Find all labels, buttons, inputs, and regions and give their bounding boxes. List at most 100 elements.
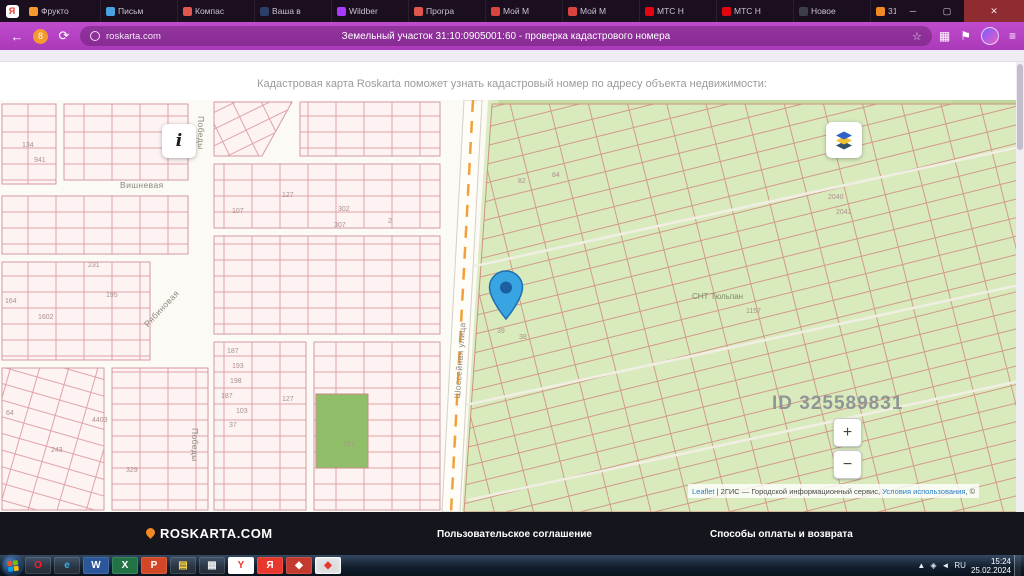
taskbar-apps: OeWXP▤▦YЯ◆◆ (25, 557, 341, 574)
tab-label: Мой М (580, 6, 606, 16)
tab[interactable]: Мой М (563, 0, 640, 22)
tab-label: Wildber (349, 6, 378, 16)
payment-info-link[interactable]: Способы оплаты и возврата (710, 529, 853, 540)
taskbar-clock[interactable]: 15:24 25.02.2024 (971, 557, 1011, 575)
tab-favicon (491, 7, 500, 16)
tray-expand-icon[interactable]: ▲ (917, 561, 925, 570)
apps-grid-icon[interactable]: ▦ (939, 29, 950, 43)
taskbar-icon-notes[interactable]: ▤ (170, 557, 196, 574)
parcel-number: 127 (282, 396, 294, 403)
leaflet-link[interactable]: Leaflet (692, 487, 715, 496)
page-title: Земельный участок 31:10:0905001:60 - про… (140, 31, 872, 42)
parcel-number: 195 (106, 292, 118, 299)
taskbar-icon-app-red[interactable]: ◆ (286, 557, 312, 574)
language-indicator[interactable]: RU (954, 561, 966, 570)
tab[interactable]: 31:10:0 (871, 0, 896, 22)
tab[interactable]: Ваша в (255, 0, 332, 22)
zoom-out-button[interactable]: − (833, 450, 862, 479)
parcel-number: 297 (343, 441, 355, 448)
taskbar-icon-internet-explorer[interactable]: e (54, 557, 80, 574)
parcel-number: 84 (552, 172, 560, 179)
taskbar-icon-yandex[interactable]: Я (257, 557, 283, 574)
parcel-number: 329 (126, 467, 138, 474)
tab-favicon (414, 7, 423, 16)
close-button[interactable]: ✕ (964, 0, 1024, 22)
tab[interactable]: Програ (409, 0, 486, 22)
maximize-button[interactable]: ▢ (930, 0, 964, 22)
taskbar-icon-active-app[interactable]: ◆ (315, 557, 341, 574)
tab-label: МТС Н (657, 6, 684, 16)
zoom-in-button[interactable]: + (833, 418, 862, 447)
tab[interactable]: Wildber (332, 0, 409, 22)
attribution-provider: 2ГИС — Городской информационный сервис, (721, 487, 883, 496)
tab-favicon (722, 7, 731, 16)
terms-of-use-link[interactable]: Пользовательское соглашение (437, 529, 592, 540)
site-security-icon (90, 31, 100, 41)
taskbar-icon-word[interactable]: W (83, 557, 109, 574)
clock-time: 15:24 (971, 557, 1011, 566)
map-attribution: Leaflet | 2ГИС — Городской информационны… (688, 484, 979, 498)
tab[interactable]: Фрукто (24, 0, 101, 22)
taskbar-icon-excel[interactable]: X (112, 557, 138, 574)
show-desktop-button[interactable] (1014, 555, 1021, 576)
taskbar-icon-yandex-browser[interactable]: Y (228, 557, 254, 574)
street-label: Рябиновая (142, 288, 181, 329)
bookmark-flag-icon[interactable]: ⚑ (960, 29, 971, 43)
parcel-number: 198 (230, 378, 242, 385)
tab-favicon (29, 7, 38, 16)
parcel-number: 107 (232, 208, 244, 215)
tab-label: Компас (195, 6, 224, 16)
tab[interactable]: Мой М (486, 0, 563, 22)
map-info-button[interactable]: i (162, 124, 196, 158)
tab[interactable]: МТС Н (717, 0, 794, 22)
tab-label: Програ (426, 6, 454, 16)
refresh-button[interactable]: ⟳ (55, 28, 73, 44)
parcel-number: 134 (22, 142, 34, 149)
back-button[interactable]: ← (8, 29, 26, 44)
street-label: Победы (190, 428, 200, 462)
extension-badge[interactable]: 8 (33, 29, 48, 44)
tab-label: Ваша в (272, 6, 301, 16)
address-bar[interactable]: roskarta.com Земельный участок 31:10:090… (80, 26, 932, 46)
start-button[interactable] (3, 556, 22, 575)
area-label: СНТ Тюльпан (692, 292, 743, 301)
tab[interactable]: МТС Н (640, 0, 717, 22)
street-label: Победы (196, 116, 206, 150)
scrollbar-thumb[interactable] (1017, 64, 1023, 150)
taskbar-icon-powerpoint[interactable]: P (141, 557, 167, 574)
tray-volume-icon[interactable]: ◄ (941, 561, 949, 570)
menu-icon[interactable]: ≡ (1009, 29, 1016, 43)
footer-brand[interactable]: ROSKARTA.COM (160, 526, 273, 541)
parcel-number: 103 (236, 408, 248, 415)
parcel-number: 4403 (92, 417, 108, 424)
browser-menu-button[interactable]: Я (0, 0, 24, 22)
map[interactable]: ВишневаяПобедыПобедыРябиноваяШоссейная у… (0, 100, 1024, 512)
map-labels-layer: ВишневаяПобедыПобедыРябиноваяШоссейная у… (0, 100, 1024, 512)
parcel-number: 243 (51, 447, 63, 454)
tab-label: Фрукто (41, 6, 69, 16)
map-layers-button[interactable] (826, 122, 862, 158)
tab[interactable]: Новое (794, 0, 871, 22)
tab-label: 31:10:0 (888, 6, 896, 16)
layers-icon (833, 129, 855, 151)
terms-link[interactable]: Условия использования (882, 487, 965, 496)
tab-label: МТС Н (734, 6, 761, 16)
bookmark-star-icon[interactable]: ☆ (912, 30, 922, 43)
tab[interactable]: Письм (101, 0, 178, 22)
footer-logo-icon (144, 526, 157, 539)
parcel-number: 302 (338, 206, 350, 213)
windows-logo-icon (7, 560, 19, 572)
profile-avatar[interactable] (981, 27, 999, 45)
taskbar-icon-opera[interactable]: O (25, 557, 51, 574)
tab[interactable]: Компас (178, 0, 255, 22)
parcel-number: 64 (6, 410, 14, 417)
tab-favicon (799, 7, 808, 16)
scrollbar[interactable] (1016, 62, 1024, 512)
tab-favicon (337, 7, 346, 16)
parcel-number: 164 (5, 298, 17, 305)
parcel-number: 2041 (836, 209, 852, 216)
taskbar-icon-calendar[interactable]: ▦ (199, 557, 225, 574)
minimize-button[interactable]: ─ (896, 0, 930, 22)
tray-shield-icon[interactable]: ◈ (930, 561, 936, 570)
browser-toolbar: ← 8 ⟳ roskarta.com Земельный участок 31:… (0, 22, 1024, 50)
